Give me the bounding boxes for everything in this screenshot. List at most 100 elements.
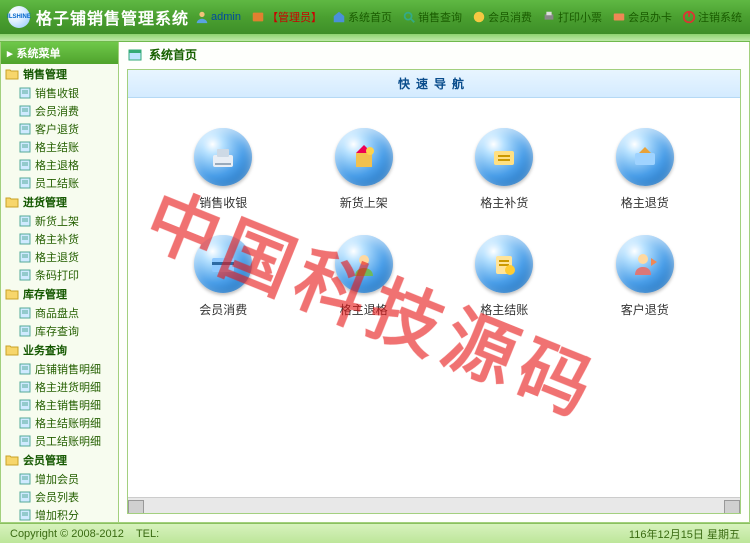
menu-item-label: 格主退格 [35, 157, 79, 173]
return-goods-icon [616, 128, 674, 186]
file-icon [19, 251, 31, 263]
cashier-icon [194, 128, 252, 186]
sidebar-item[interactable]: 员工结账 [1, 174, 118, 192]
menu-item-label: 格主结账 [35, 139, 79, 155]
quicknav-label: 格主退格 [335, 301, 393, 318]
file-icon [19, 269, 31, 281]
menu-item-label: 商品盘点 [35, 305, 79, 321]
file-icon [19, 87, 31, 99]
sidebar-item[interactable]: 格主销售明细 [1, 396, 118, 414]
file-icon [19, 381, 31, 393]
sidebar[interactable]: ▸ 系统菜单 销售管理销售收银会员消费客户退货格主结账格主退格员工结账进货管理新… [1, 42, 119, 522]
menu-item-label: 员工结账 [35, 175, 79, 191]
sidebar-item[interactable]: 格主结账 [1, 138, 118, 156]
toolbar-label: 注销系统 [698, 9, 742, 25]
quicknav-return-goods[interactable]: 格主退货 [616, 128, 674, 211]
sidebar-item[interactable]: 商品盘点 [1, 304, 118, 322]
menu-item-label: 格主进货明细 [35, 379, 101, 395]
toolbar-sales-query[interactable]: 销售查询 [402, 9, 462, 25]
toolbar-role: 【管理员】 [251, 9, 322, 25]
quicknav-label: 会员消费 [194, 301, 252, 318]
sidebar-item[interactable]: 新货上架 [1, 212, 118, 230]
sidebar-item[interactable]: 库存查询 [1, 322, 118, 340]
toolbar-label: 打印小票 [558, 9, 602, 25]
menu-item-label: 新货上架 [35, 213, 79, 229]
sidebar-item[interactable]: 增加会员 [1, 470, 118, 488]
restock-icon [475, 128, 533, 186]
menu-item-label: 会员列表 [35, 489, 79, 505]
sidebar-group-1[interactable]: 进货管理 [1, 192, 118, 212]
toolbar-print[interactable]: 打印小票 [542, 9, 602, 25]
quicknav-label: 新货上架 [335, 194, 393, 211]
main-layout: ▸ 系统菜单 销售管理销售收银会员消费客户退货格主结账格主退格员工结账进货管理新… [0, 42, 750, 523]
quicknav-cashier[interactable]: 销售收银 [194, 128, 252, 211]
file-icon [19, 417, 31, 429]
menu-item-label: 格主结账明细 [35, 415, 101, 431]
sidebar-group-3[interactable]: 业务查询 [1, 340, 118, 360]
folder-icon [5, 196, 19, 208]
copyright: Copyright © 2008-2012 [10, 528, 124, 540]
sidebar-group-0[interactable]: 销售管理 [1, 64, 118, 84]
customer-return-icon [616, 235, 674, 293]
menu-item-label: 库存查询 [35, 323, 79, 339]
sidebar-item[interactable]: 格主退货 [1, 248, 118, 266]
menu-item-label: 格主销售明细 [35, 397, 101, 413]
role-icon [251, 10, 265, 24]
logout-icon [682, 10, 696, 24]
toolbar-home[interactable]: 系统首页 [332, 9, 392, 25]
sidebar-item[interactable]: 客户退货 [1, 120, 118, 138]
menu-item-label: 客户退货 [35, 121, 79, 137]
toolbar-member-card[interactable]: 会员办卡 [612, 9, 672, 25]
file-icon [19, 307, 31, 319]
menu-item-label: 格主补货 [35, 231, 79, 247]
toolbar-member-spend[interactable]: 会员消费 [472, 9, 532, 25]
quicknav-owner-exit[interactable]: 格主退格 [335, 235, 393, 318]
expand-icon: ▸ [7, 47, 13, 60]
sidebar-item[interactable]: 格主进货明细 [1, 378, 118, 396]
tel-label: TEL: [136, 528, 159, 540]
sidebar-item[interactable]: 销售收银 [1, 84, 118, 102]
toolbar-user[interactable]: admin [195, 10, 241, 24]
sidebar-group-4[interactable]: 会员管理 [1, 450, 118, 470]
card-icon [612, 10, 626, 24]
home-icon [332, 10, 346, 24]
new-stock-icon [335, 128, 393, 186]
user-icon [195, 10, 209, 24]
folder-icon [5, 344, 19, 356]
quicknav-new-stock[interactable]: 新货上架 [335, 128, 393, 211]
page-title: 系统首页 [149, 46, 197, 63]
menu-item-label: 增加会员 [35, 471, 79, 487]
app-header: ILSHINE 格子铺销售管理系统 admin 【管理员】 系统首页 销售查询 … [0, 0, 750, 34]
quicknav-owner-settle[interactable]: 格主结账 [475, 235, 533, 318]
sidebar-item[interactable]: 条码打印 [1, 266, 118, 284]
page-header: 系统首页 [119, 42, 749, 67]
top-toolbar: admin 【管理员】 系统首页 销售查询 会员消费 打印小票 会员办卡 注销 [195, 0, 742, 34]
quicknav-grid: 销售收银新货上架 格主补货 格主退货会员消费 格主退格 格主结账 客户退货 [128, 98, 740, 348]
toolbar-label: 会员办卡 [628, 9, 672, 25]
owner-exit-icon [335, 235, 393, 293]
menu-item-label: 条码打印 [35, 267, 79, 283]
toolbar-logout[interactable]: 注销系统 [682, 9, 742, 25]
quicknav-customer-return[interactable]: 客户退货 [616, 235, 674, 318]
sidebar-item[interactable]: 员工结账明细 [1, 432, 118, 450]
sidebar-item[interactable]: 格主退格 [1, 156, 118, 174]
sidebar-item[interactable]: 会员列表 [1, 488, 118, 506]
horizontal-scrollbar[interactable] [128, 497, 740, 513]
sidebar-item[interactable]: 增加积分 [1, 506, 118, 522]
menu-item-label: 增加积分 [35, 507, 79, 522]
sidebar-item[interactable]: 格主补货 [1, 230, 118, 248]
quicknav-restock[interactable]: 格主补货 [475, 128, 533, 211]
sidebar-item[interactable]: 格主结账明细 [1, 414, 118, 432]
menu-item-label: 销售收银 [35, 85, 79, 101]
main-panel: 系统首页 快速导航 销售收银新货上架格主补货格主退货会员消费格主退格格主结账客户… [119, 42, 749, 522]
file-icon [19, 509, 31, 521]
sidebar-group-2[interactable]: 库存管理 [1, 284, 118, 304]
sidebar-item[interactable]: 会员消费 [1, 102, 118, 120]
file-icon [19, 491, 31, 503]
sidebar-title: ▸ 系统菜单 [1, 42, 118, 64]
quicknav-member-spend[interactable]: 会员消费 [194, 235, 252, 318]
sidebar-item[interactable]: 店铺销售明细 [1, 360, 118, 378]
menu-item-label: 员工结账明细 [35, 433, 101, 449]
footer: Copyright © 2008-2012 TEL: 116年12月15日 星期… [0, 523, 750, 543]
sub-header-bar [0, 34, 750, 42]
